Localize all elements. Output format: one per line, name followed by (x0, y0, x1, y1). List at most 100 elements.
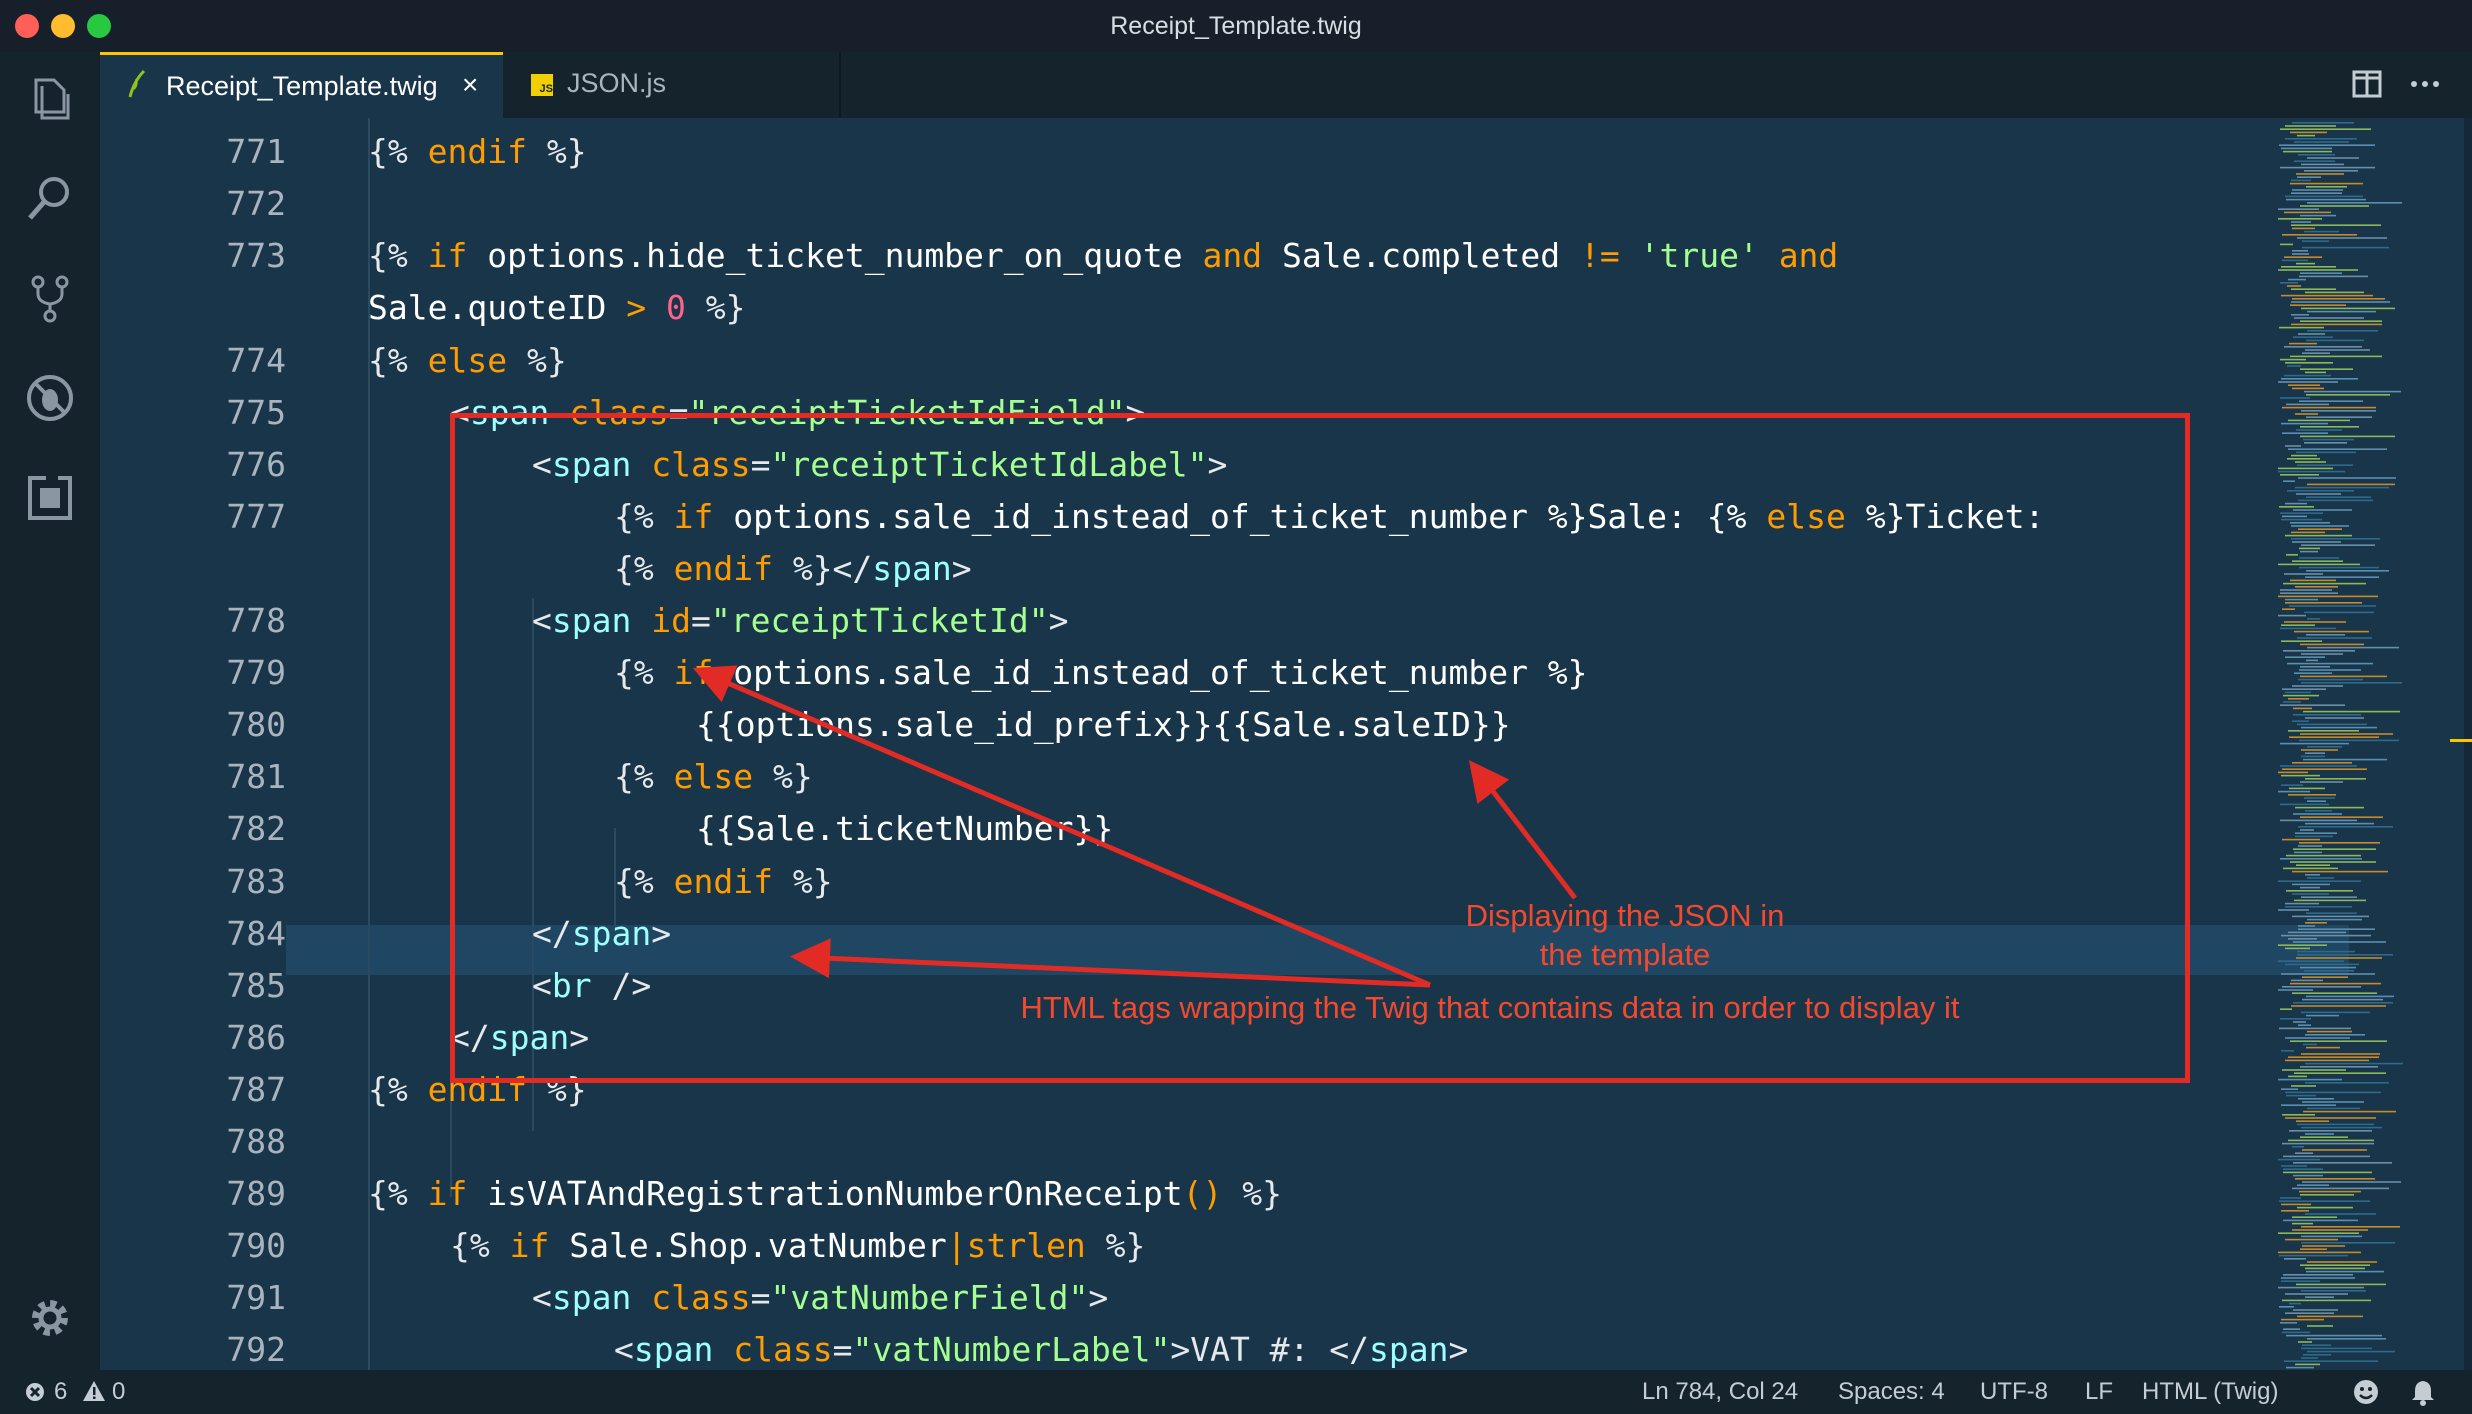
tab-close-icon[interactable]: × (462, 69, 478, 101)
error-count[interactable]: 6 (54, 1378, 67, 1406)
split-editor-icon[interactable] (2352, 70, 2382, 103)
code-token: options.sale_id_instead_of_ticket_number… (713, 496, 1767, 536)
extensions-icon[interactable] (24, 472, 76, 524)
minimap-line (2301, 1235, 2362, 1238)
code-line[interactable]: {% endif %} (450, 118, 669, 119)
minimap-line (2298, 1341, 2312, 1343)
minimap-line (2281, 1280, 2320, 1282)
minimap-line (2296, 957, 2382, 959)
indentation[interactable]: Spaces: 4 (1838, 1378, 1945, 1406)
minimap-line (2291, 979, 2323, 982)
code-line[interactable]: Sale.quoteID > 0 %} (368, 288, 746, 327)
minimap-line (2288, 794, 2336, 796)
minimap-line (2304, 390, 2401, 393)
minimap-line (2307, 483, 2395, 486)
code-line[interactable]: {{Sale.ticketNumber}} (696, 809, 1113, 848)
code-line[interactable]: {% if Sale.Shop.vatNumber|strlen %} (450, 1226, 1145, 1265)
code-line[interactable]: <span class="receiptTicketIdLabel"> (532, 445, 1227, 484)
code-line[interactable]: {% if isVATAndRegistrationNumberOnReceip… (368, 1174, 1282, 1213)
encoding[interactable]: UTF-8 (1980, 1378, 2048, 1406)
minimap-line (2285, 1091, 2381, 1094)
code-token: {% (614, 757, 674, 797)
feedback-smiley-icon[interactable] (2352, 1378, 2380, 1413)
warning-icon[interactable] (82, 1380, 106, 1409)
code-token: Sale.Shop.vatNumber (549, 1226, 947, 1266)
minimap-line (2300, 1136, 2348, 1138)
code-line[interactable]: {% endif %}</span> (614, 549, 972, 588)
code-editor[interactable]: 770 771 772 773 774 775 776 777 778 779 780 781 782 7… (100, 118, 2472, 1370)
code-line[interactable]: <span class="receiptTicketIdField"> (450, 393, 1145, 432)
minimap-line (2285, 1238, 2338, 1241)
minimap-line (2307, 310, 2376, 313)
minimap[interactable] (2262, 118, 2472, 1370)
minimap-line (2300, 781, 2343, 783)
code-line[interactable]: {% else %} (368, 341, 567, 380)
code-line[interactable]: </span> (532, 914, 671, 953)
activity-bar (0, 52, 100, 1370)
code-line[interactable]: {% endif %} (368, 132, 587, 171)
code-token: = (668, 392, 689, 432)
code-line[interactable]: <span class="vatNumberLabel">VAT #: </sp… (614, 1330, 1468, 1369)
explorer-icon[interactable] (24, 72, 76, 124)
settings-gear-icon[interactable] (24, 1292, 76, 1344)
code-line[interactable]: {% if options.hide_ticket_number_on_quot… (368, 236, 1838, 275)
minimap-line (2291, 1005, 2386, 1007)
code-token: {% (368, 1069, 428, 1109)
tab-json-js[interactable]: JS JSON.js (503, 52, 841, 118)
code-token: {% (368, 1174, 428, 1214)
minimap-line (2303, 1043, 2317, 1046)
code-line[interactable]: </span> (450, 1018, 589, 1057)
code-line[interactable]: {% else %} (614, 757, 813, 796)
debug-icon[interactable] (24, 372, 76, 424)
minimap-line (2300, 435, 2395, 438)
scrollbar-thumb[interactable] (2464, 118, 2472, 1370)
code-line[interactable]: {% if options.sale_id_instead_of_ticket_… (614, 653, 1588, 692)
code-token: strlen (966, 1226, 1086, 1266)
minimap-line (2288, 931, 2346, 934)
minimap-line (2281, 518, 2322, 521)
minimap-line (2305, 874, 2320, 876)
language-mode[interactable]: HTML (Twig) (2142, 1378, 2278, 1406)
line-ending[interactable]: LF (2085, 1378, 2113, 1406)
code-line[interactable]: {% endif %} (614, 862, 833, 901)
minimap-line (2295, 461, 2326, 463)
source-control-icon[interactable] (24, 272, 76, 324)
minimap-line (2293, 714, 2361, 716)
code-token: span (551, 1278, 632, 1318)
notifications-bell-icon[interactable] (2410, 1378, 2436, 1413)
minimap-line (2278, 1251, 2361, 1254)
code-line[interactable]: {% endif %} (368, 1070, 587, 1109)
minimap-line (2282, 515, 2307, 518)
code-token: span (571, 913, 652, 953)
error-icon[interactable] (24, 1381, 46, 1410)
minimap-line (2305, 822, 2374, 825)
minimap-line (2283, 582, 2366, 585)
minimap-line (2291, 531, 2325, 534)
minimap-line (2280, 1197, 2301, 1199)
minimap-line (2293, 813, 2342, 815)
minimap-line (2281, 1318, 2324, 1321)
code-token: %} (526, 132, 587, 172)
minimap-line (2280, 589, 2332, 591)
code-token: endif (510, 118, 609, 119)
search-icon[interactable] (24, 172, 76, 224)
code-area[interactable]: {% endif %}{% endif %}{% if options.hide… (286, 118, 2346, 1370)
line-number: 791 (226, 1278, 286, 1318)
more-actions-icon[interactable] (2410, 70, 2440, 103)
minimap-line (2300, 550, 2318, 553)
code-line[interactable]: <span id="receiptTicketId"> (532, 601, 1069, 640)
cursor-position[interactable]: Ln 784, Col 24 (1642, 1378, 1798, 1406)
minimap-line (2301, 755, 2325, 758)
code-line[interactable]: <span class="vatNumberField"> (532, 1278, 1108, 1317)
code-line[interactable]: <br /> (532, 966, 651, 1005)
minimap-line (2295, 486, 2389, 489)
code-line[interactable]: {% if options.sale_id_instead_of_ticket_… (614, 497, 2045, 536)
code-token: = (750, 1278, 771, 1318)
warning-count[interactable]: 0 (112, 1378, 125, 1406)
code-line[interactable]: {{options.sale_id_prefix}}{{Sale.saleID}… (696, 705, 1511, 744)
minimap-line (2284, 211, 2331, 214)
tab-receipt-template[interactable]: Receipt_Template.twig × (100, 52, 503, 118)
code-token: %} (1222, 1174, 1282, 1214)
code-token: > (1048, 601, 1069, 640)
